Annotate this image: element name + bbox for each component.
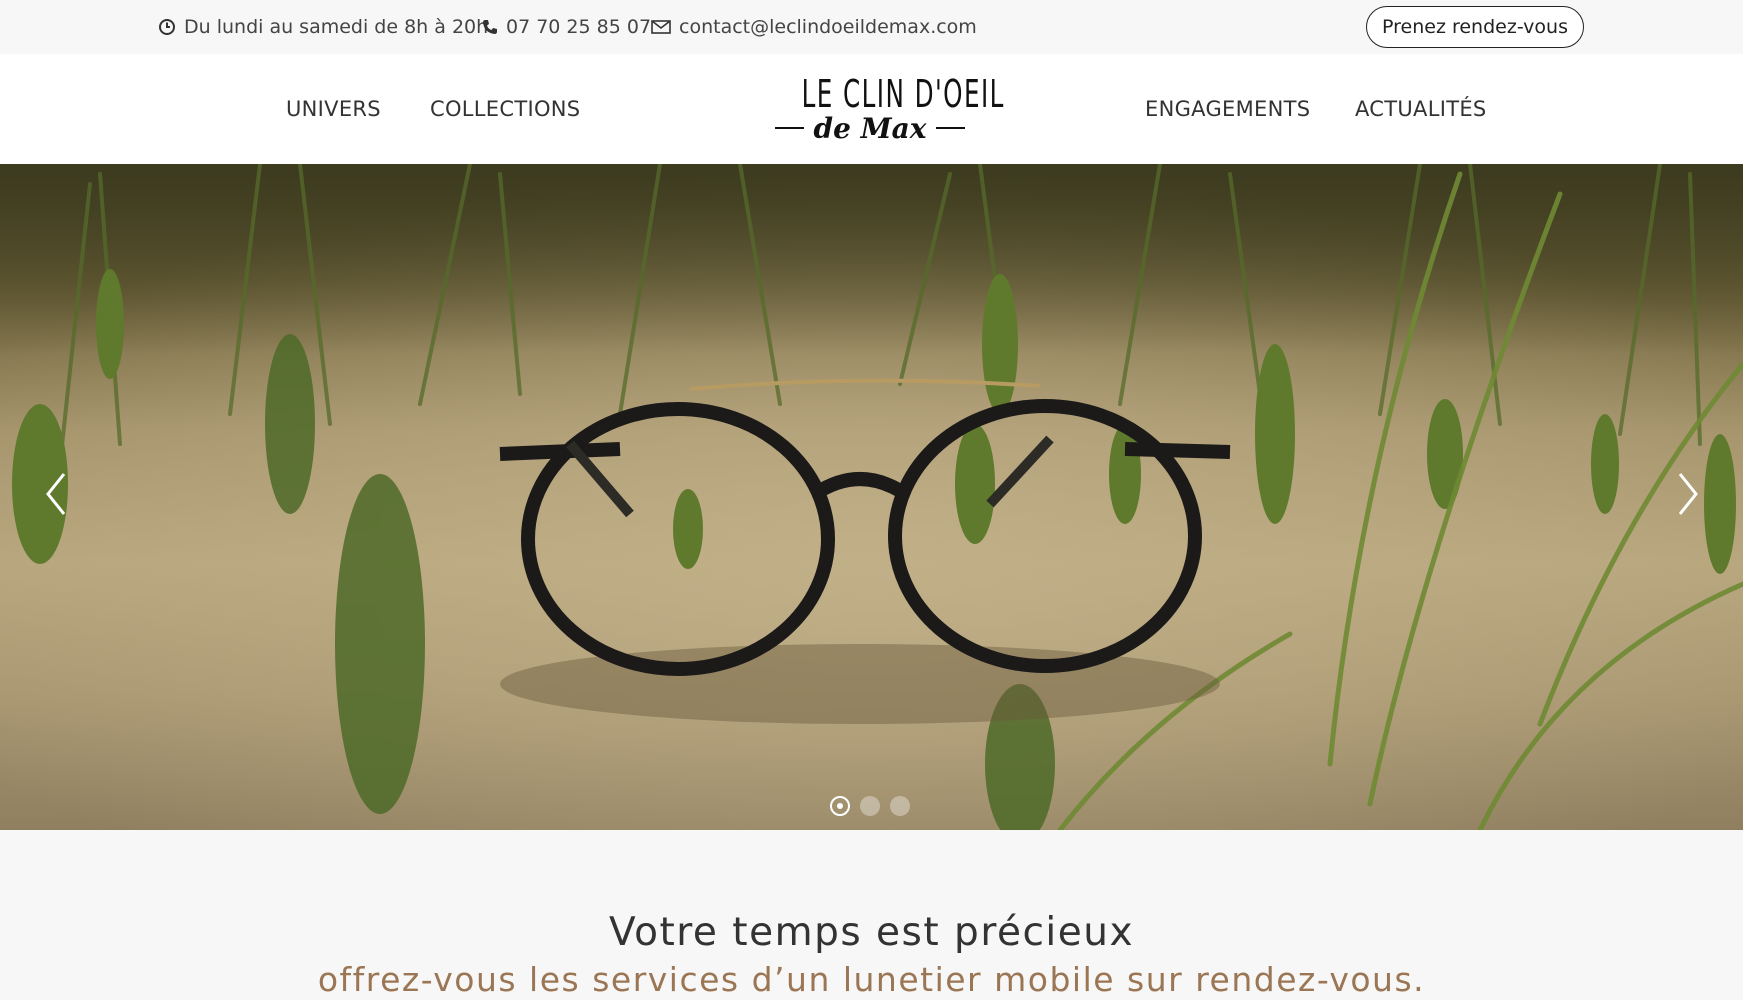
logo-divider-right [936, 127, 965, 129]
slider-pagination [830, 796, 910, 816]
opening-hours: Du lundi au samedi de 8h à 20h [158, 0, 488, 54]
slider-dot-1[interactable] [830, 796, 850, 816]
slider-dot-2[interactable] [860, 796, 880, 816]
appointment-button[interactable]: Prenez rendez-vous [1366, 6, 1584, 48]
tagline-subtitle: offrez-vous les services d’un lunetier m… [317, 960, 1426, 999]
tagline-title: Votre temps est précieux [608, 910, 1135, 955]
phone-icon [483, 20, 497, 34]
nav-item-actualites[interactable]: ACTUALITÉS [1355, 54, 1487, 164]
site-logo[interactable]: LE CLIN D'OEIL de Max [775, 72, 1005, 148]
logo-text-main: LE CLIN D'OEIL [801, 72, 1005, 116]
phone-contact[interactable]: 07 70 25 85 07 [482, 0, 651, 54]
nav-item-engagements[interactable]: ENGAGEMENTS [1145, 54, 1310, 164]
hero-slider[interactable] [0, 164, 1743, 830]
email-contact[interactable]: contact@leclindoeildemax.com [651, 0, 977, 54]
top-bar: Du lundi au samedi de 8h à 20h 07 70 25 … [0, 0, 1743, 54]
nav-item-univers[interactable]: UNIVERS [286, 54, 381, 164]
email-address[interactable]: contact@leclindoeildemax.com [679, 16, 977, 38]
clock-icon [159, 19, 175, 35]
hero-image-glasses-on-sand [0, 164, 1743, 830]
slider-dot-3[interactable] [890, 796, 910, 816]
logo-divider-left [775, 127, 804, 129]
chevron-right-icon[interactable] [1668, 464, 1708, 524]
nav-item-collections[interactable]: COLLECTIONS [430, 54, 580, 164]
logo-text-script: de Max [813, 111, 927, 145]
main-header: UNIVERS COLLECTIONS LE CLIN D'OEIL de Ma… [0, 54, 1743, 164]
mail-icon [651, 20, 671, 34]
chevron-left-icon[interactable] [36, 464, 76, 524]
phone-number[interactable]: 07 70 25 85 07 [506, 16, 651, 38]
opening-hours-text: Du lundi au samedi de 8h à 20h [184, 16, 489, 38]
